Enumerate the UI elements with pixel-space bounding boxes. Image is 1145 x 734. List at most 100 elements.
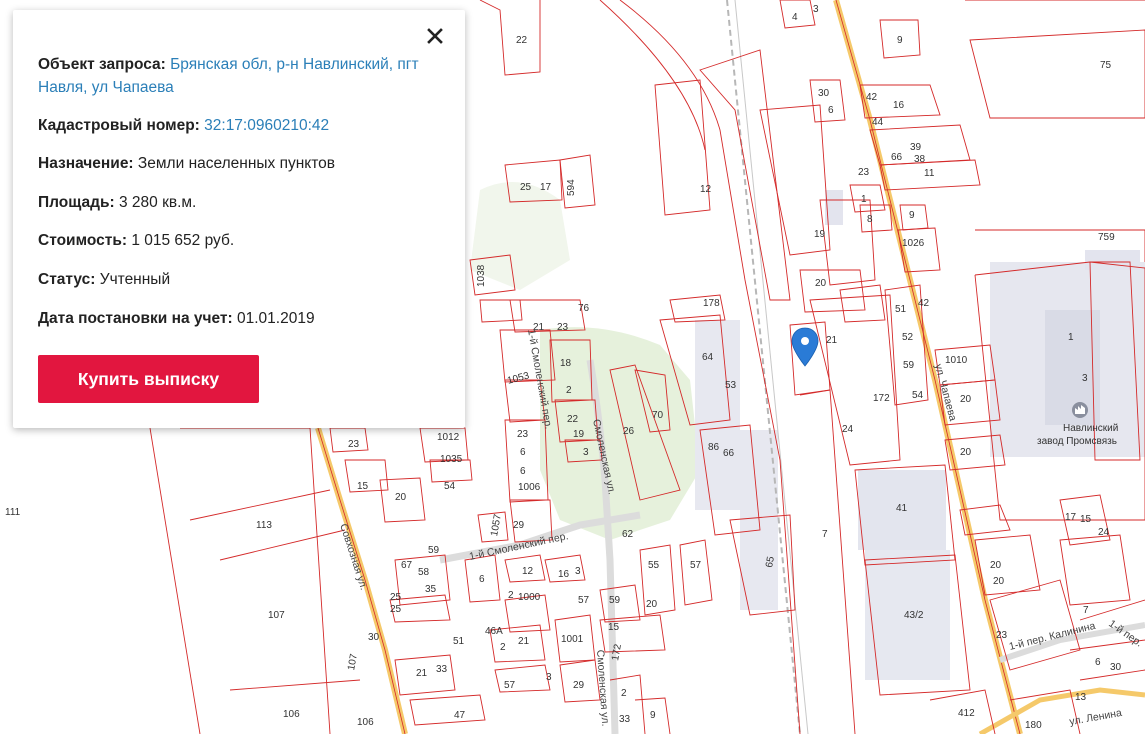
parcel-number: 172 bbox=[610, 643, 624, 662]
cost-value: 1 015 652 руб. bbox=[131, 232, 235, 249]
parcel-number: 25 bbox=[390, 592, 402, 603]
parcel-number: 64 bbox=[702, 352, 714, 363]
parcel-number: 54 bbox=[444, 481, 456, 492]
parcel-number: 53 bbox=[725, 380, 737, 391]
parcel-number: 20 bbox=[960, 447, 972, 458]
cost-row: Стоимость: 1 015 652 руб. bbox=[38, 229, 435, 252]
parcel-number: 1026 bbox=[902, 238, 925, 249]
date-label: Дата постановки на учет: bbox=[38, 310, 233, 327]
parcel-number: 6 bbox=[520, 466, 526, 477]
parcel-number: 1010 bbox=[945, 355, 968, 366]
parcel-number: 6 bbox=[1095, 657, 1101, 668]
building-block bbox=[695, 320, 740, 510]
parcel-number: 20 bbox=[646, 599, 658, 610]
parcel-number: 21 bbox=[518, 636, 530, 647]
parcel-number: 11 bbox=[924, 168, 935, 179]
parcel-number: 759 bbox=[1098, 232, 1115, 243]
parcel-number: 15 bbox=[1080, 514, 1092, 525]
parcel-number: 15 bbox=[608, 622, 620, 633]
parcel-number: 107 bbox=[268, 610, 285, 621]
status-row: Статус: Учтенный bbox=[38, 268, 435, 291]
parcel-number: 62 bbox=[622, 529, 634, 540]
parcel-number: 58 bbox=[418, 567, 430, 578]
parcel-number: 7 bbox=[1083, 605, 1089, 616]
parcel-number: 51 bbox=[453, 636, 465, 647]
parcel-number: 20 bbox=[815, 278, 827, 289]
parcel-number: 23 bbox=[996, 630, 1008, 641]
parcel-number: 107 bbox=[346, 653, 360, 672]
area-value: 3 280 кв.м. bbox=[118, 194, 197, 211]
close-icon bbox=[427, 28, 443, 44]
parcel-number: 19 bbox=[814, 229, 826, 240]
cadastral-value[interactable]: 32:17:0960210:42 bbox=[204, 117, 329, 134]
parcel-number: 15 bbox=[357, 481, 369, 492]
parcel-number: 42 bbox=[866, 92, 878, 103]
parcel-number: 22 bbox=[567, 414, 579, 425]
parcel-number: 75 bbox=[1100, 60, 1112, 71]
parcel-number: 6 bbox=[520, 447, 526, 458]
parcel-number: 6 bbox=[828, 105, 834, 116]
parcel-number: 23 bbox=[517, 429, 529, 440]
parcel-number: 19 bbox=[573, 429, 585, 440]
parcel-number: 57 bbox=[578, 595, 590, 606]
date-row: Дата постановки на учет: 01.01.2019 bbox=[38, 307, 435, 330]
parcel-number: 24 bbox=[842, 424, 854, 435]
parcel-number: 2 bbox=[500, 642, 506, 653]
parcel-number: 1 bbox=[861, 194, 867, 205]
parcel-number: 8 bbox=[867, 214, 873, 225]
parcel-number: 3 bbox=[546, 672, 552, 683]
parcel-number: 44 bbox=[872, 117, 884, 128]
parcel-number: 1035 bbox=[440, 454, 463, 465]
parcel-number: 1001 bbox=[561, 634, 584, 645]
parcel-number: 59 bbox=[903, 360, 915, 371]
parcel-number: 9 bbox=[909, 210, 915, 221]
factory-name-line1: Навлинский bbox=[1063, 423, 1118, 434]
parcel-number: 1 bbox=[1068, 332, 1074, 343]
parcel-number: 20 bbox=[395, 492, 407, 503]
street-label: Смоленская ул. bbox=[594, 649, 611, 726]
close-button[interactable] bbox=[425, 26, 445, 46]
cadastral-label: Кадастровый номер: bbox=[38, 117, 200, 134]
buy-extract-button[interactable]: Купить выписку bbox=[38, 355, 259, 403]
parcel-number: 1000 bbox=[518, 592, 541, 603]
parcel-number: 23 bbox=[858, 167, 870, 178]
parcel-number: 43/2 bbox=[904, 610, 924, 621]
parcel-number: 33 bbox=[436, 664, 448, 675]
factory-name-line2: завод Промсвязь bbox=[1037, 436, 1117, 447]
info-panel: Объект запроса: Брянская обл, р-н Навлин… bbox=[13, 10, 465, 428]
parcel-number: 29 bbox=[513, 520, 525, 531]
map-pin-icon[interactable] bbox=[791, 327, 819, 367]
parcel-number: 113 bbox=[256, 520, 272, 531]
parcel-number: 46А bbox=[485, 626, 503, 637]
object-label: Объект запроса: bbox=[38, 56, 166, 73]
parcel-number: 29 bbox=[573, 680, 585, 691]
area-row: Площадь: 3 280 кв.м. bbox=[38, 191, 435, 214]
parcel-number: 86 bbox=[708, 442, 720, 453]
parcel-number: 13 bbox=[1075, 692, 1087, 703]
parcel-number: 21 bbox=[416, 668, 428, 679]
parcel-number: 76 bbox=[578, 303, 590, 314]
purpose-label: Назначение: bbox=[38, 155, 134, 172]
parcel-number: 55 bbox=[648, 560, 660, 571]
parcel-number: 54 bbox=[912, 390, 924, 401]
purpose-row: Назначение: Земли населенных пунктов bbox=[38, 152, 435, 175]
parcel-number: 3 bbox=[583, 447, 589, 458]
parcel-number: 412 bbox=[958, 708, 975, 719]
parcel-number: 70 bbox=[652, 410, 664, 421]
cost-label: Стоимость: bbox=[38, 232, 128, 249]
parcel-number: 180 bbox=[1025, 720, 1042, 731]
parcel-number: 9 bbox=[650, 710, 656, 721]
parcel-number: 23 bbox=[557, 322, 569, 333]
status-value: Учтенный bbox=[99, 271, 171, 288]
railway bbox=[734, 0, 809, 734]
parcel-number: 16 bbox=[558, 569, 570, 580]
parcel-number: 24 bbox=[1098, 527, 1110, 538]
parcel-number: 2 bbox=[508, 590, 514, 601]
parcel-number: 1012 bbox=[437, 432, 460, 443]
cadastral-row: Кадастровый номер: 32:17:0960210:42 bbox=[38, 114, 435, 137]
parcel-number: 30 bbox=[368, 632, 380, 643]
parcel-number: 16 bbox=[893, 100, 905, 111]
parcel-number: 3 bbox=[813, 4, 819, 15]
parcel-number: 9 bbox=[897, 35, 903, 46]
parcel-number: 41 bbox=[896, 503, 908, 514]
